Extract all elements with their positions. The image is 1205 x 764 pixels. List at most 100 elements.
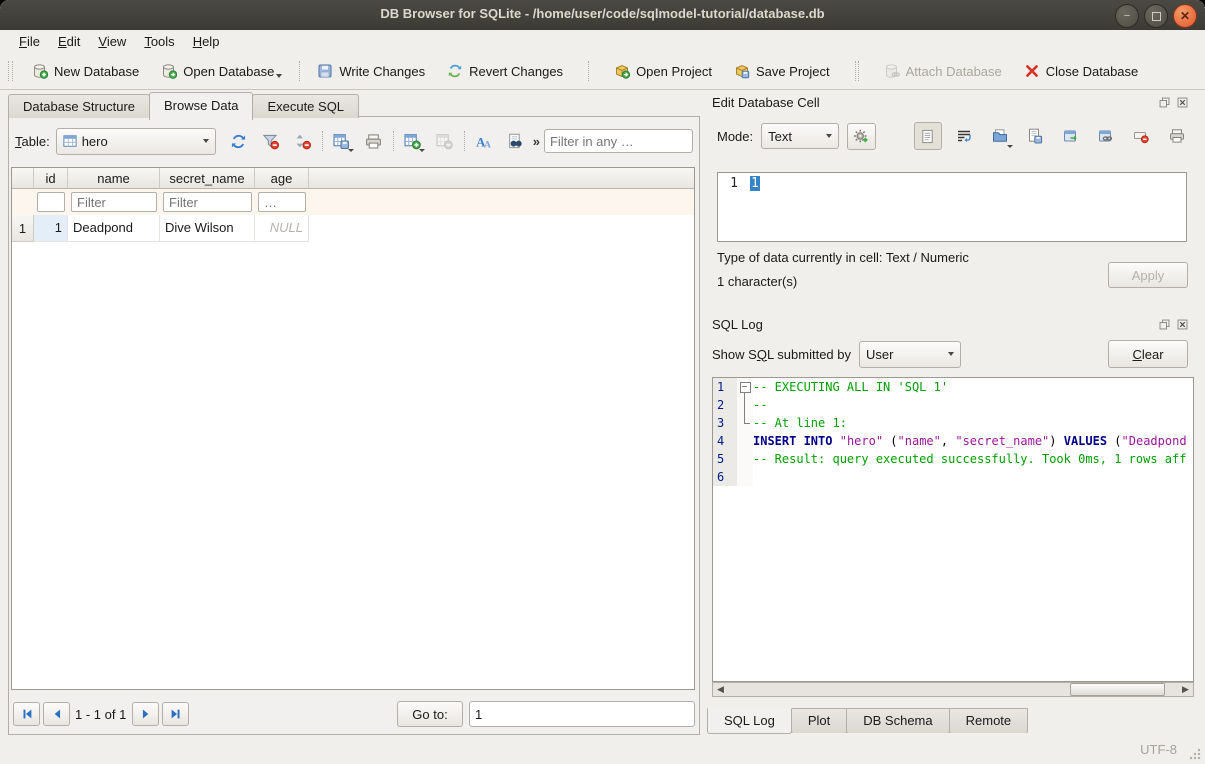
- export-cell-button[interactable]: [1022, 123, 1048, 149]
- font-icon: AA: [475, 133, 492, 150]
- filter-id-input[interactable]: [37, 192, 65, 212]
- column-header-secret-name[interactable]: secret_name: [160, 168, 255, 189]
- menu-help[interactable]: Help: [184, 32, 229, 51]
- cell-name[interactable]: Deadpond: [68, 215, 160, 242]
- edit-cell-dock-titlebar[interactable]: Edit Database Cell: [712, 92, 1190, 112]
- scrollbar-thumb[interactable]: [1070, 683, 1165, 696]
- word-wrap-button[interactable]: [951, 123, 977, 149]
- filter-age-input[interactable]: [258, 192, 306, 212]
- sql-log-dock-titlebar[interactable]: SQL Log: [712, 314, 1190, 334]
- cell-editor-content[interactable]: 1: [750, 176, 760, 191]
- clear-filters-button[interactable]: [258, 128, 284, 154]
- last-record-button[interactable]: [162, 702, 189, 726]
- encoding-indicator[interactable]: UTF-8: [1140, 742, 1177, 757]
- dock-tab-db-schema[interactable]: DB Schema: [846, 708, 949, 734]
- mode-select-value: Text: [768, 129, 821, 144]
- filter-any-input[interactable]: [544, 129, 693, 153]
- next-record-button[interactable]: [132, 702, 159, 726]
- open-in-external-button[interactable]: [1057, 123, 1083, 149]
- close-button[interactable]: ✕: [1173, 4, 1197, 28]
- menu-edit[interactable]: Edit: [49, 32, 89, 51]
- cell-id[interactable]: 1: [34, 215, 68, 242]
- fold-marker: [737, 396, 753, 414]
- toolbar-overflow-chevron[interactable]: »: [529, 134, 544, 149]
- submitted-by-select[interactable]: User: [859, 341, 961, 368]
- column-header-age[interactable]: age: [255, 168, 309, 189]
- write-changes-button[interactable]: Write Changes: [306, 58, 436, 84]
- import-cell-button[interactable]: [987, 123, 1013, 149]
- refresh-button[interactable]: [226, 128, 252, 154]
- tab-browse-data[interactable]: Browse Data: [149, 92, 253, 120]
- table-icon: [63, 134, 77, 148]
- open-database-button[interactable]: Open Database: [150, 58, 293, 84]
- browse-data-panel: Table: hero AA »: [8, 116, 700, 735]
- dock-tab-sql-log[interactable]: SQL Log: [707, 708, 792, 734]
- insert-record-button[interactable]: [400, 128, 426, 154]
- minimize-button[interactable]: −: [1115, 4, 1139, 28]
- save-project-button[interactable]: Save Project: [723, 58, 841, 84]
- auto-switch-mode-button[interactable]: [847, 123, 875, 150]
- copy-link-button[interactable]: [1093, 123, 1119, 149]
- document-icon: [920, 129, 935, 144]
- menu-view[interactable]: View: [89, 32, 135, 51]
- tab-database-structure[interactable]: Database Structure: [8, 94, 150, 118]
- print-cell-button[interactable]: [1164, 123, 1190, 149]
- column-header-name[interactable]: name: [68, 168, 160, 189]
- mode-select[interactable]: Text: [761, 123, 839, 149]
- open-external-icon: [1063, 128, 1079, 144]
- table-select[interactable]: hero: [56, 128, 216, 155]
- cell-char-count: 1 character(s): [717, 274, 797, 289]
- main-tab-bar: Database Structure Browse Data Execute S…: [8, 92, 358, 117]
- grid-corner[interactable]: [12, 168, 34, 189]
- format-button[interactable]: AA: [471, 128, 497, 154]
- find-button[interactable]: [503, 128, 529, 154]
- first-record-button[interactable]: [13, 702, 40, 726]
- dock-tab-plot[interactable]: Plot: [791, 708, 847, 734]
- new-database-button[interactable]: New Database: [21, 58, 150, 84]
- cell-age[interactable]: NULL: [255, 215, 309, 242]
- cell-secret-name[interactable]: Dive Wilson: [160, 215, 255, 242]
- close-icon: [1176, 318, 1189, 331]
- maximize-button[interactable]: [1144, 4, 1168, 28]
- text-mode-button[interactable]: [914, 122, 942, 150]
- cell-editor[interactable]: 1 1: [717, 172, 1187, 242]
- dock-float-button[interactable]: [1157, 317, 1172, 332]
- set-null-button[interactable]: [1128, 123, 1154, 149]
- title-bar[interactable]: DB Browser for SQLite - /home/user/code/…: [0, 0, 1205, 31]
- column-header-id[interactable]: id: [34, 168, 68, 189]
- tab-execute-sql[interactable]: Execute SQL: [252, 94, 359, 118]
- export-table-button[interactable]: [329, 128, 355, 154]
- dock-float-button[interactable]: [1157, 95, 1172, 110]
- filter-name-input[interactable]: [71, 192, 157, 212]
- scroll-left-arrow[interactable]: ◀: [713, 683, 728, 696]
- goto-button[interactable]: Go to:: [397, 701, 463, 727]
- row-header[interactable]: 1: [12, 215, 34, 242]
- scrollbar-track[interactable]: [728, 683, 1178, 696]
- dock-close-button[interactable]: [1175, 317, 1190, 332]
- sql-log-view[interactable]: 1-- EXECUTING ALL IN 'SQL 1'2--3-- At li…: [712, 377, 1194, 682]
- toolbar-separator: [855, 61, 859, 81]
- fold-marker[interactable]: [737, 378, 753, 396]
- open-project-button[interactable]: Open Project: [603, 58, 723, 84]
- clear-log-button[interactable]: Clear: [1108, 340, 1188, 368]
- print-table-button[interactable]: [361, 128, 387, 154]
- toolbar-separator: [393, 131, 394, 151]
- dock-tab-remote[interactable]: Remote: [949, 708, 1029, 734]
- goto-input[interactable]: [469, 701, 695, 727]
- sql-log-toolbar: Show SQL submitted by User Clear: [712, 340, 1190, 368]
- menu-tools[interactable]: Tools: [135, 32, 183, 51]
- open-database-label: Open Database: [183, 64, 274, 79]
- save-as-icon: [1027, 128, 1043, 144]
- dock-close-button[interactable]: [1175, 95, 1190, 110]
- revert-changes-button[interactable]: Revert Changes: [436, 58, 574, 84]
- resize-grip[interactable]: [1189, 748, 1201, 760]
- previous-record-button[interactable]: [43, 702, 70, 726]
- toolbar-drag-handle[interactable]: [8, 61, 13, 81]
- close-database-button[interactable]: Close Database: [1013, 58, 1150, 84]
- clear-sorting-button[interactable]: [290, 128, 316, 154]
- filter-secret-name-input[interactable]: [163, 192, 252, 212]
- sort-clear-icon: [294, 133, 311, 150]
- scroll-right-arrow[interactable]: ▶: [1178, 683, 1193, 696]
- menu-file[interactable]: File: [10, 32, 49, 51]
- sql-log-hscrollbar[interactable]: ◀ ▶: [712, 682, 1194, 697]
